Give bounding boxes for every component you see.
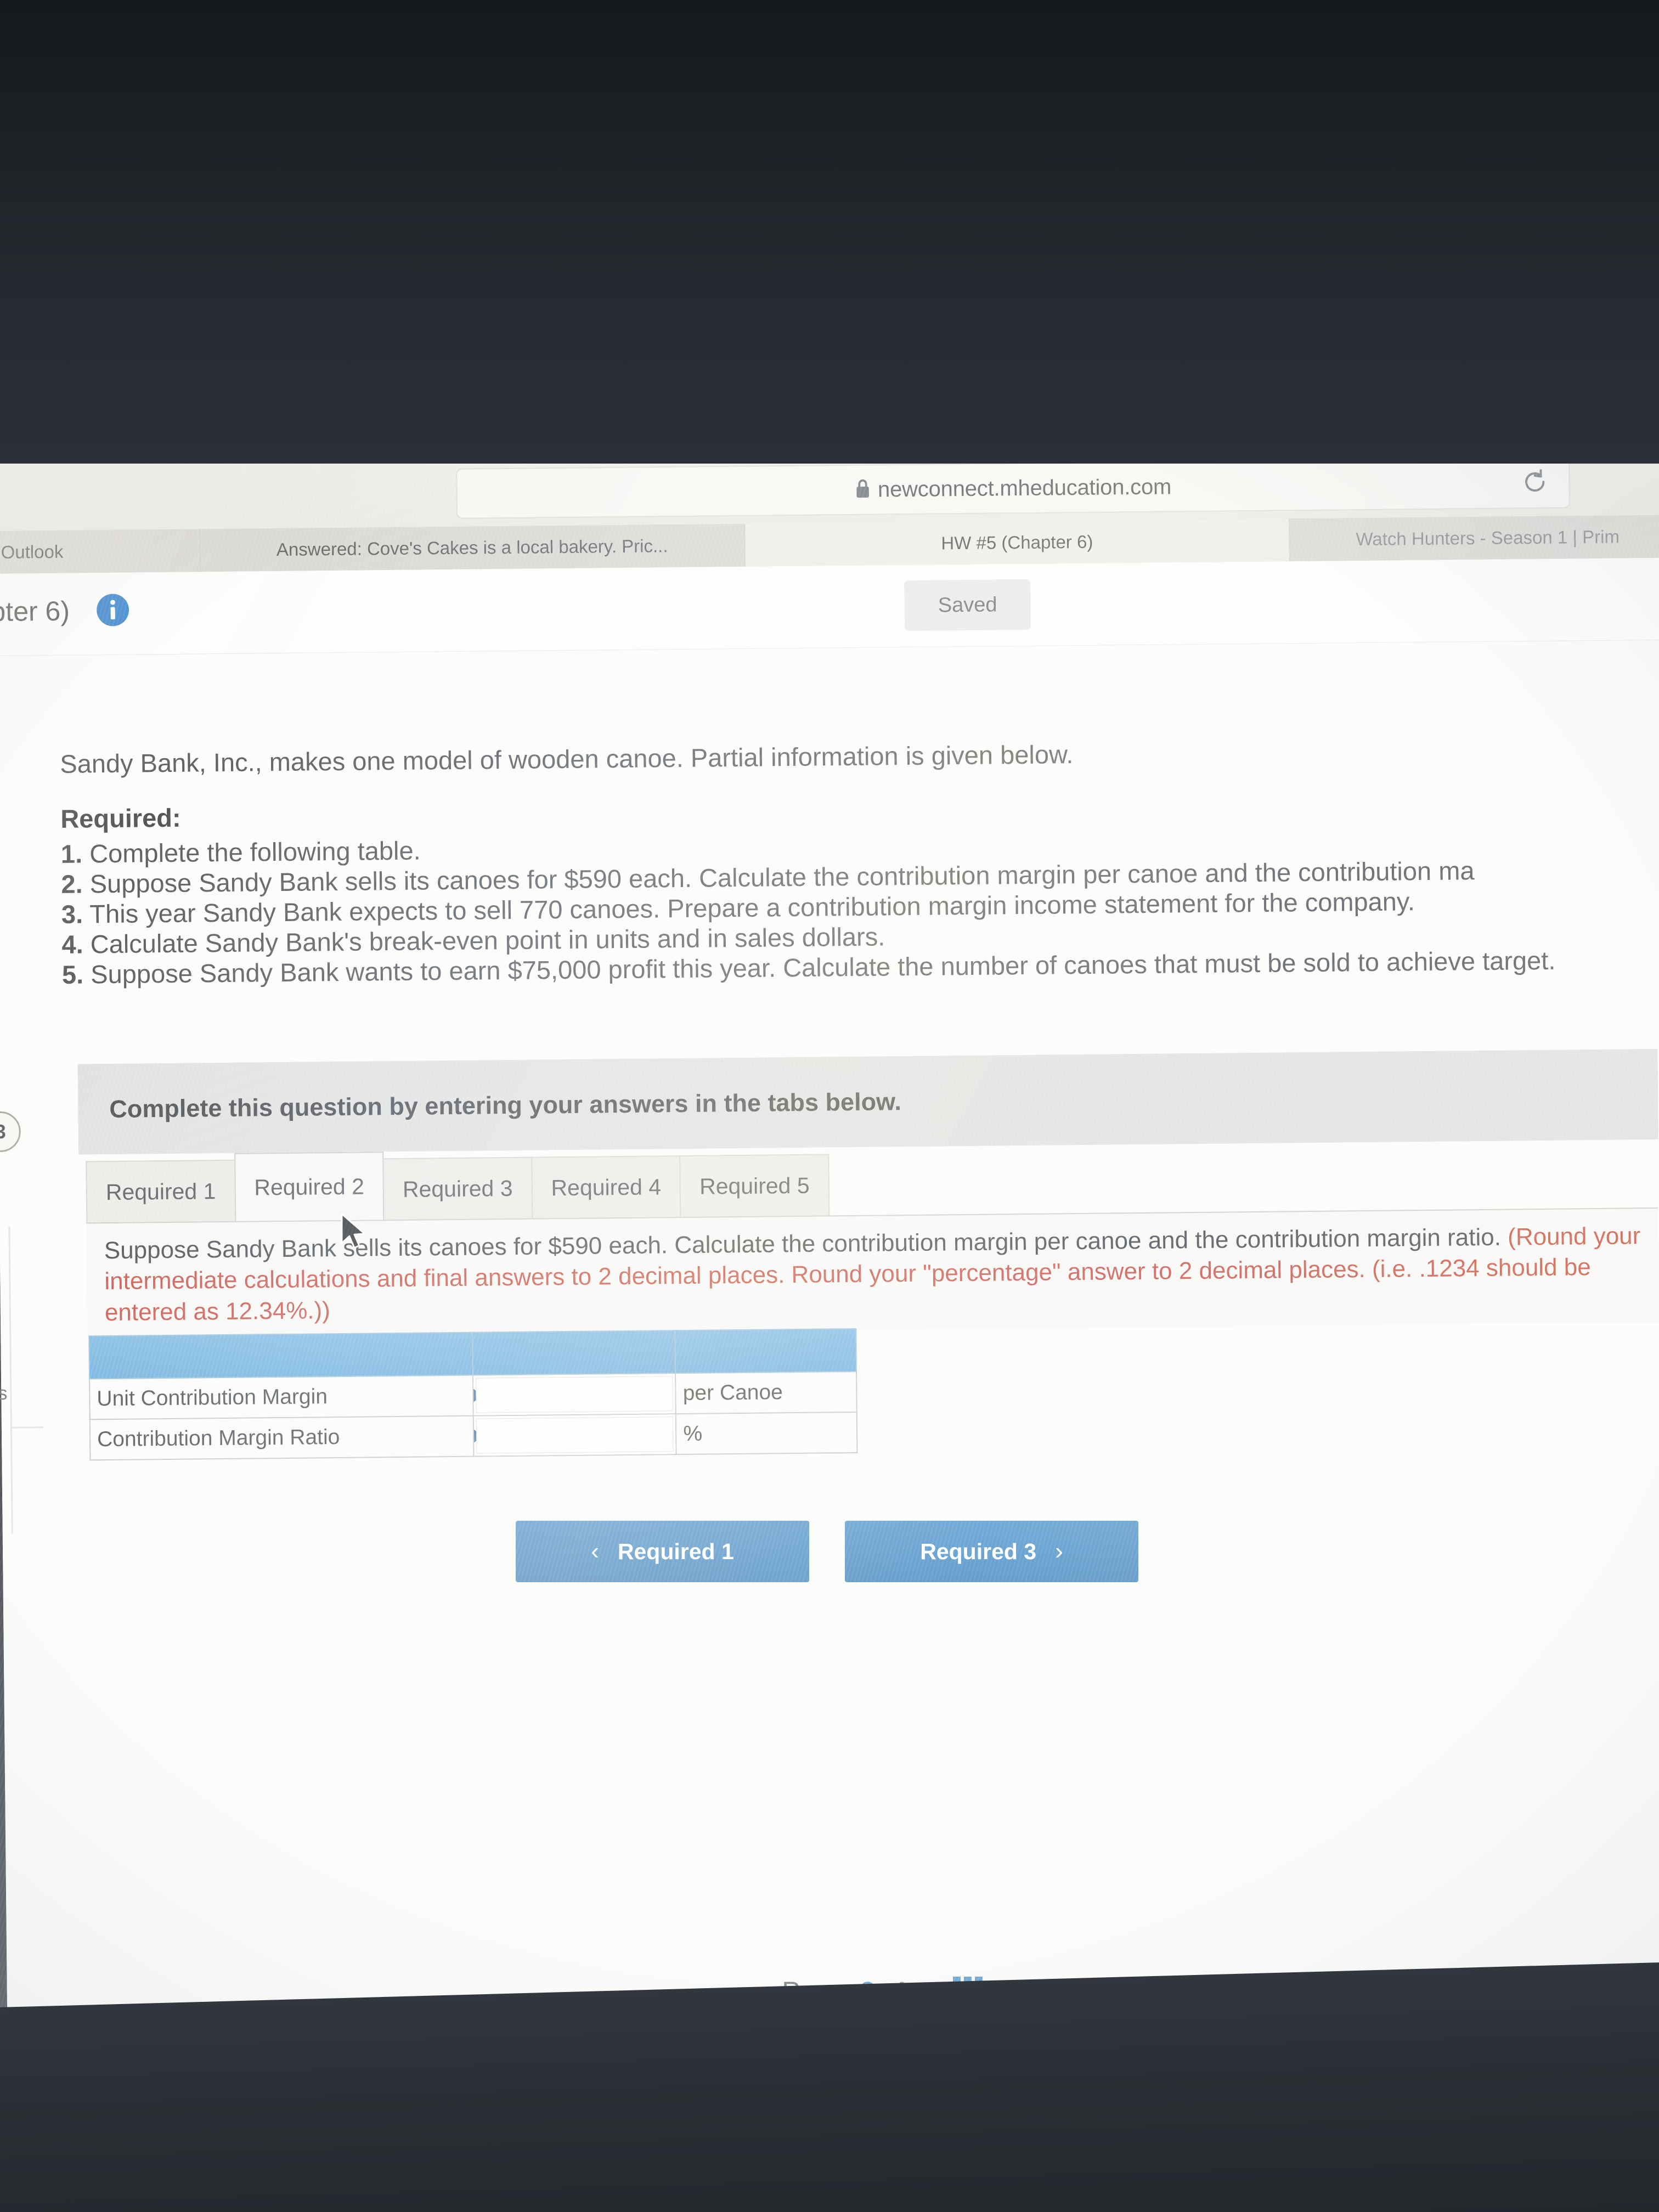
sidebar-label: s <box>0 1383 8 1404</box>
next-required-button[interactable]: Required 3 › <box>845 1521 1138 1582</box>
table-header-row <box>89 1328 857 1379</box>
lock-icon <box>855 478 871 501</box>
tab-required-2[interactable]: Required 2 <box>234 1152 385 1221</box>
browser-tab-hunters[interactable]: Watch Hunters - Season 1 | Prim <box>1290 515 1659 562</box>
tab-required-3[interactable]: Required 3 <box>382 1156 533 1220</box>
prev-required-label: Required 1 <box>617 1538 734 1564</box>
prev-required-button[interactable]: ‹ Required 1 <box>516 1521 809 1582</box>
input-cell-unit-contribution-margin[interactable] <box>473 1373 676 1416</box>
answer-table: Unit Contribution Margin per Canoe Contr… <box>88 1328 858 1461</box>
reload-icon[interactable] <box>1522 468 1548 498</box>
info-icon[interactable] <box>95 593 130 630</box>
browser-window: newconnect.mheducation.com Outlook Answe… <box>0 443 1659 2066</box>
sidebar-divider-2 <box>10 1426 43 1429</box>
required-item-5-number: 5. <box>61 960 84 990</box>
mouse-cursor <box>340 1212 370 1255</box>
url-text: newconnect.mheducation.com <box>877 474 1172 502</box>
assignment-page: apter 6) Saved 3 s Sandy Bank, Inc., mak… <box>0 557 1659 2066</box>
address-bar[interactable]: newconnect.mheducation.com <box>456 458 1570 519</box>
row-label-unit-contribution-margin: Unit Contribution Margin <box>89 1375 473 1420</box>
input-cell-contribution-margin-ratio[interactable] <box>473 1414 676 1457</box>
tab-required-4[interactable]: Required 4 <box>531 1155 681 1218</box>
required-2-panel: Suppose Sandy Bank sells its canoes for … <box>86 1207 1659 1338</box>
chevron-left-icon: ‹ <box>591 1538 599 1565</box>
status-badge: Saved <box>904 579 1031 631</box>
next-required-label: Required 3 <box>920 1538 1037 1564</box>
required-item-3-number: 3. <box>61 899 83 929</box>
required-item-1-text: Complete the following table. <box>89 836 421 868</box>
row-unit-per-canoe: per Canoe <box>675 1371 857 1414</box>
required-tab-bar: Required 1 Required 2 Required 3 Require… <box>86 1147 830 1223</box>
required-2-instructions: Suppose Sandy Bank sells its canoes for … <box>86 1209 1659 1337</box>
tab-required-1[interactable]: Required 1 <box>86 1159 236 1223</box>
table-header-label <box>89 1332 473 1379</box>
monitor-bezel-top <box>0 0 1659 464</box>
required-item-4-number: 4. <box>61 929 83 960</box>
table-header-value <box>472 1330 676 1375</box>
required-item-2-number: 2. <box>61 869 83 899</box>
browser-tab-answered[interactable]: Answered: Cove's Cakes is a local bakery… <box>200 523 746 572</box>
unit-contribution-margin-input[interactable] <box>476 1376 674 1413</box>
table-row: Contribution Margin Ratio % <box>89 1412 857 1460</box>
contribution-margin-ratio-input[interactable] <box>476 1417 674 1454</box>
required-list: Required: 1. Complete the following tabl… <box>60 788 1659 990</box>
complete-question-bar: Complete this question by entering your … <box>77 1048 1659 1155</box>
table-header-unit <box>675 1328 857 1374</box>
browser-tab-outlook[interactable]: Outlook <box>0 529 201 574</box>
sidebar-question-badge[interactable]: 3 <box>0 1111 21 1153</box>
photo-of-screen: newconnect.mheducation.com Outlook Answe… <box>0 0 1659 2212</box>
complete-question-text: Complete this question by entering your … <box>109 1087 902 1123</box>
assignment-header: apter 6) Saved <box>0 557 1659 656</box>
sidebar-divider <box>8 1226 13 1534</box>
page-title: apter 6) <box>0 595 70 628</box>
tab-required-5[interactable]: Required 5 <box>679 1154 830 1217</box>
row-unit-percent: % <box>676 1412 857 1455</box>
chevron-right-icon: › <box>1055 1538 1063 1565</box>
browser-tab-hw5[interactable]: HW #5 (Chapter 6) <box>744 518 1290 567</box>
row-label-contribution-margin-ratio: Contribution Margin Ratio <box>89 1415 474 1460</box>
question-intro: Sandy Bank, Inc., makes one model of woo… <box>60 740 1074 778</box>
required-navigation: ‹ Required 1 Required 3 › <box>516 1521 1138 1582</box>
required-item-1-number: 1. <box>60 839 83 868</box>
table-row: Unit Contribution Margin per Canoe <box>89 1371 857 1420</box>
